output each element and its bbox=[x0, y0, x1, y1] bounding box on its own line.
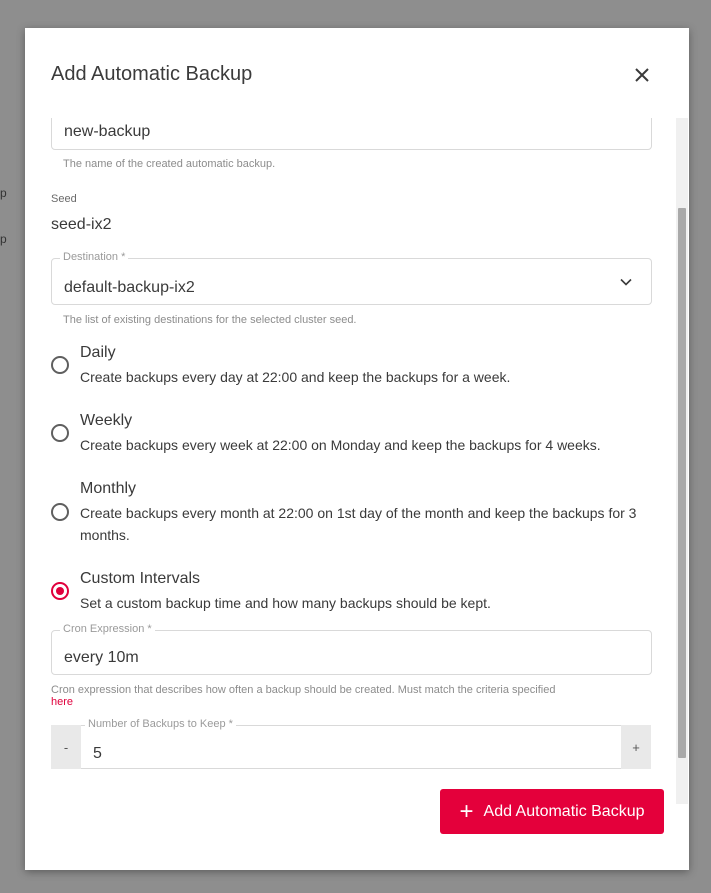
custom-intervals-radio[interactable] bbox=[51, 582, 69, 600]
monthly-title: Monthly bbox=[80, 480, 137, 497]
close-button[interactable] bbox=[629, 62, 655, 88]
backdrop-text-fragment: p bbox=[0, 232, 7, 246]
custom-intervals-title: Custom Intervals bbox=[80, 570, 201, 587]
increment-button[interactable]: + bbox=[621, 725, 651, 769]
destination-hint: The list of existing destinations for th… bbox=[63, 314, 357, 326]
close-icon bbox=[635, 68, 649, 82]
cron-expression-label: Cron Expression * bbox=[60, 623, 155, 635]
weekly-radio[interactable] bbox=[51, 424, 69, 442]
name-input[interactable]: new-backup bbox=[51, 118, 652, 150]
monthly-radio[interactable] bbox=[51, 503, 69, 521]
backdrop-text-fragment: p bbox=[0, 186, 7, 200]
daily-description: Create backups every day at 22:00 and ke… bbox=[80, 369, 511, 385]
seed-value: seed-ix2 bbox=[51, 216, 112, 233]
add-automatic-backup-dialog: Add Automatic Backup new-backup The name… bbox=[25, 28, 689, 870]
chevron-down-icon bbox=[620, 278, 632, 286]
custom-intervals-description: Set a custom backup time and how many ba… bbox=[80, 595, 491, 611]
cron-expression-value: every 10m bbox=[64, 649, 139, 666]
seed-label: Seed bbox=[51, 193, 77, 205]
name-hint: The name of the created automatic backup… bbox=[63, 158, 276, 170]
destination-label: Destination * bbox=[60, 251, 129, 263]
plus-icon: + bbox=[459, 797, 474, 825]
cron-criteria-link[interactable]: here bbox=[51, 696, 73, 708]
add-automatic-backup-button[interactable]: + Add Automatic Backup bbox=[440, 789, 664, 834]
weekly-title: Weekly bbox=[80, 412, 133, 429]
dialog-title: Add Automatic Backup bbox=[51, 63, 253, 85]
backups-to-keep-input[interactable]: Number of Backups to Keep * 5 bbox=[81, 718, 621, 769]
add-automatic-backup-label: Add Automatic Backup bbox=[483, 802, 645, 820]
name-input-value: new-backup bbox=[64, 123, 151, 140]
destination-select[interactable]: Destination * default-backup-ix2 bbox=[51, 251, 652, 305]
cron-expression-hint-text: Cron expression that describes how often… bbox=[51, 684, 556, 696]
cron-expression-input[interactable]: Cron Expression * every 10m bbox=[51, 623, 652, 675]
cron-expression-hint: Cron expression that describes how often… bbox=[51, 684, 651, 708]
backups-to-keep-stepper: - Number of Backups to Keep * 5 + bbox=[51, 718, 652, 770]
destination-value: default-backup-ix2 bbox=[64, 279, 195, 296]
dialog-content: new-backup The name of the created autom… bbox=[25, 118, 689, 804]
scrollbar-thumb[interactable] bbox=[678, 208, 686, 758]
monthly-description: Create backups every month at 22:00 on 1… bbox=[80, 505, 637, 543]
daily-title: Daily bbox=[80, 344, 116, 361]
weekly-description: Create backups every week at 22:00 on Mo… bbox=[80, 437, 601, 453]
backups-to-keep-value: 5 bbox=[93, 745, 102, 762]
daily-radio[interactable] bbox=[51, 356, 69, 374]
decrement-button[interactable]: - bbox=[51, 725, 81, 769]
backups-to-keep-label: Number of Backups to Keep * bbox=[85, 718, 236, 730]
